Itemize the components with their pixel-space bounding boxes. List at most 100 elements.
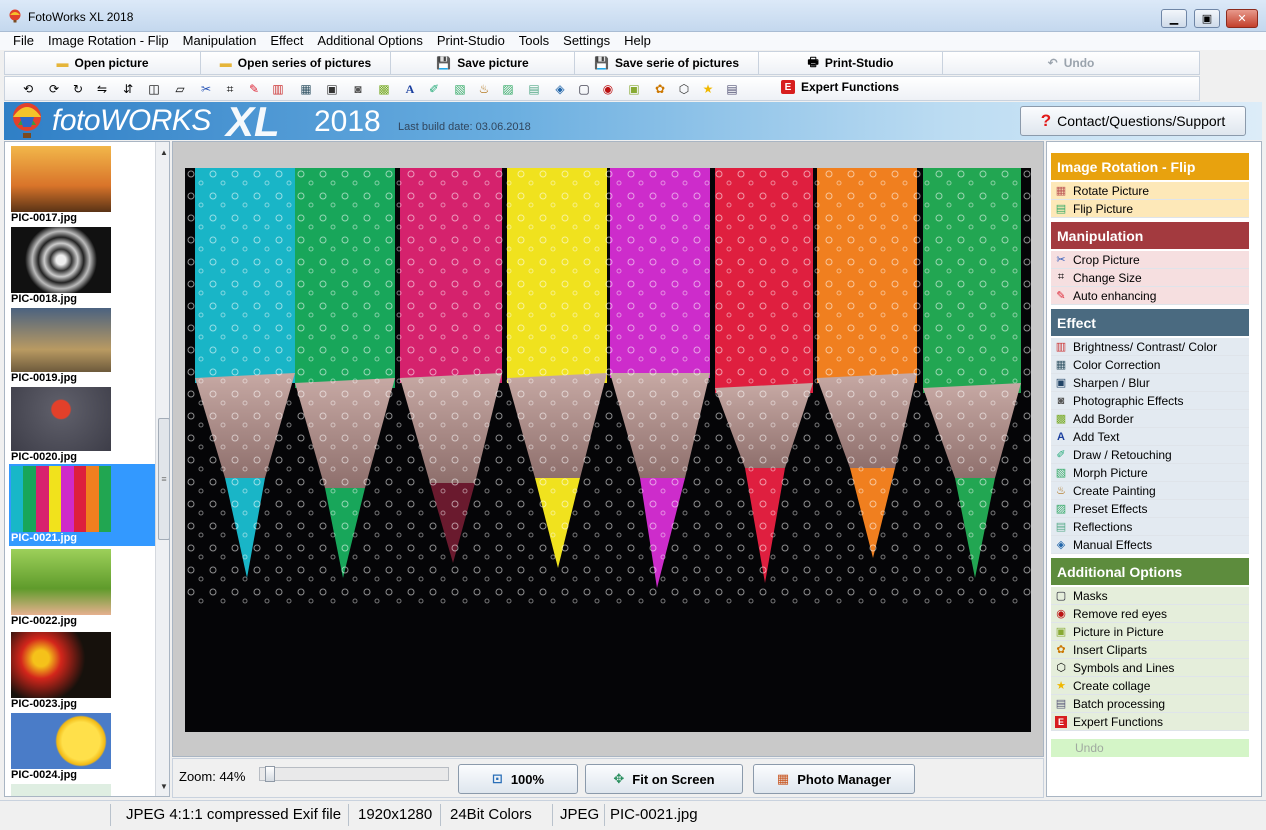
- maximize-button[interactable]: ▣: [1194, 9, 1220, 28]
- task-auto-enhancing[interactable]: ✎ Auto enhancing: [1051, 287, 1249, 305]
- undo-button[interactable]: ↶ Undo: [943, 52, 1199, 74]
- symbols-icon[interactable]: ⬡: [677, 82, 691, 96]
- menu-image-rotation[interactable]: Image Rotation - Flip: [41, 32, 176, 50]
- main-photo[interactable]: [185, 168, 1031, 732]
- rotate-free-icon[interactable]: ↻: [71, 82, 85, 96]
- menu-print-studio[interactable]: Print-Studio: [430, 32, 512, 50]
- task-draw-retouching[interactable]: ✐ Draw / Retouching: [1051, 446, 1249, 464]
- cliparts-icon[interactable]: ✿: [653, 82, 667, 96]
- flip-horizontal-icon[interactable]: ⇋: [95, 82, 109, 96]
- thumbnail-item[interactable]: PIC-0020.jpg: [9, 385, 157, 463]
- auto-enhance-icon[interactable]: ✎: [247, 82, 261, 96]
- task-flip-picture[interactable]: ▤ Flip Picture: [1051, 200, 1249, 218]
- task-batch-processing[interactable]: ▤ Batch processing: [1051, 695, 1249, 713]
- task-change-size[interactable]: ⌗ Change Size: [1051, 269, 1249, 287]
- expert-functions-label: Expert Functions: [801, 80, 900, 94]
- zoom-slider[interactable]: [259, 766, 449, 782]
- menu-file[interactable]: File: [6, 32, 41, 50]
- picture-in-picture-icon[interactable]: ▣: [627, 82, 641, 96]
- menu-additional-options[interactable]: Additional Options: [310, 32, 430, 50]
- scroll-up-icon[interactable]: ▲: [156, 144, 169, 160]
- collage-star-icon[interactable]: ★: [701, 82, 715, 96]
- thumbnail-item[interactable]: PIC-0017.jpg: [9, 144, 157, 224]
- sharpen-icon[interactable]: ▣: [325, 82, 339, 96]
- thumbnail-item[interactable]: PIC-0023.jpg: [9, 630, 157, 710]
- section-additional-options[interactable]: Additional Options: [1051, 558, 1249, 585]
- task-morph-picture[interactable]: ▧ Morph Picture: [1051, 464, 1249, 482]
- task-manual-effects[interactable]: ◈ Manual Effects: [1051, 536, 1249, 554]
- camera-icon[interactable]: ◙: [351, 82, 365, 96]
- border-icon[interactable]: ▩: [377, 82, 391, 96]
- thumbnail-item[interactable]: PIC-0024.jpg: [9, 711, 157, 781]
- task-symbols-lines[interactable]: ⬡ Symbols and Lines: [1051, 659, 1249, 677]
- task-color-correction[interactable]: ▦ Color Correction: [1051, 356, 1249, 374]
- close-button[interactable]: ✕: [1226, 9, 1258, 28]
- batch-icon[interactable]: ▤: [725, 82, 739, 96]
- fit-on-screen-button[interactable]: ✥ Fit on Screen: [585, 764, 743, 794]
- perspective-icon[interactable]: ▱: [173, 82, 187, 96]
- task-preset-effects[interactable]: ▨ Preset Effects: [1051, 500, 1249, 518]
- task-add-text[interactable]: A Add Text: [1051, 428, 1249, 446]
- minimize-button[interactable]: ▁: [1161, 9, 1187, 28]
- task-add-border[interactable]: ▩ Add Border: [1051, 410, 1249, 428]
- zoom-100-button[interactable]: ⊡ 100%: [458, 764, 578, 794]
- task-create-painting[interactable]: ♨ Create Painting: [1051, 482, 1249, 500]
- paint-icon[interactable]: ♨: [477, 82, 491, 96]
- task-photographic-effects[interactable]: ◙ Photographic Effects: [1051, 392, 1249, 410]
- task-create-collage[interactable]: ★ Create collage: [1051, 677, 1249, 695]
- scroll-down-icon[interactable]: ▼: [156, 778, 169, 794]
- thumbnail-item-selected[interactable]: PIC-0021.jpg: [9, 464, 157, 546]
- menu-manipulation[interactable]: Manipulation: [176, 32, 264, 50]
- save-serie-button[interactable]: 💾 Save serie of pictures: [575, 52, 759, 74]
- task-remove-red-eyes[interactable]: ◉ Remove red eyes: [1051, 605, 1249, 623]
- task-picture-in-picture[interactable]: ▣ Picture in Picture: [1051, 623, 1249, 641]
- section-effect[interactable]: Effect: [1051, 309, 1249, 336]
- menu-settings[interactable]: Settings: [556, 32, 617, 50]
- task-sharpen-blur[interactable]: ▣ Sharpen / Blur: [1051, 374, 1249, 392]
- brightness-icon[interactable]: ▥: [271, 82, 285, 96]
- thumbnail-item[interactable]: [9, 782, 157, 796]
- mirror-icon[interactable]: ◫: [147, 82, 161, 96]
- preset-effects-icon[interactable]: ▨: [501, 82, 515, 96]
- photo-manager-button[interactable]: ▦ Photo Manager: [753, 764, 915, 794]
- expert-functions-button[interactable]: E Expert Functions: [781, 80, 899, 94]
- manual-effects-icon[interactable]: ◈: [553, 82, 567, 96]
- reflections-icon[interactable]: ▤: [527, 82, 541, 96]
- task-crop-picture[interactable]: ✂ Crop Picture: [1051, 251, 1249, 269]
- menu-tools[interactable]: Tools: [512, 32, 556, 50]
- contact-support-button[interactable]: ? Contact/Questions/Support: [1020, 106, 1246, 136]
- scissors-icon[interactable]: ✂: [199, 82, 213, 96]
- rotate-right-icon[interactable]: ⟳: [47, 82, 61, 96]
- open-picture-button[interactable]: ▬ Open picture: [5, 52, 201, 74]
- color-correction-icon[interactable]: ▦: [299, 82, 313, 96]
- task-expert-functions[interactable]: E Expert Functions: [1051, 713, 1249, 731]
- task-insert-cliparts[interactable]: ✿ Insert Cliparts: [1051, 641, 1249, 659]
- open-series-button[interactable]: ▬ Open series of pictures: [201, 52, 391, 74]
- task-reflections[interactable]: ▤ Reflections: [1051, 518, 1249, 536]
- task-rotate-picture[interactable]: ▦ Rotate Picture: [1051, 182, 1249, 200]
- thumbnail-scrollbar[interactable]: ▲ ≡ ▼: [155, 142, 169, 796]
- save-picture-button[interactable]: 💾 Save picture: [391, 52, 575, 74]
- task-undo[interactable]: Undo: [1051, 739, 1249, 757]
- scrollbar-thumb[interactable]: ≡: [158, 418, 169, 540]
- masks-icon[interactable]: ▢: [577, 82, 591, 96]
- flip-vertical-icon[interactable]: ⇵: [121, 82, 135, 96]
- thumbnail-item[interactable]: PIC-0019.jpg: [9, 306, 157, 384]
- menu-effect[interactable]: Effect: [263, 32, 310, 50]
- red-eye-icon[interactable]: ◉: [601, 82, 615, 96]
- morph-icon[interactable]: ▧: [453, 82, 467, 96]
- menu-help[interactable]: Help: [617, 32, 658, 50]
- task-masks[interactable]: ▢ Masks: [1051, 587, 1249, 605]
- print-studio-button[interactable]: 🖶 Print-Studio: [759, 52, 943, 74]
- thumbnail-item[interactable]: PIC-0018.jpg: [9, 225, 157, 305]
- text-icon[interactable]: A: [403, 82, 417, 96]
- rotate-left-icon[interactable]: ⟲: [21, 82, 35, 96]
- section-manipulation[interactable]: Manipulation: [1051, 222, 1249, 249]
- resize-icon[interactable]: ⌗: [223, 82, 237, 96]
- thumbnail-item[interactable]: PIC-0022.jpg: [9, 547, 157, 629]
- task-brightness[interactable]: ▥ Brightness/ Contrast/ Color: [1051, 338, 1249, 356]
- draw-icon[interactable]: ✐: [427, 82, 441, 96]
- section-image-rotation[interactable]: Image Rotation - Flip: [1051, 153, 1249, 180]
- zoom-slider-handle[interactable]: [265, 766, 275, 782]
- magic-wand-icon: ✎: [1056, 290, 1066, 302]
